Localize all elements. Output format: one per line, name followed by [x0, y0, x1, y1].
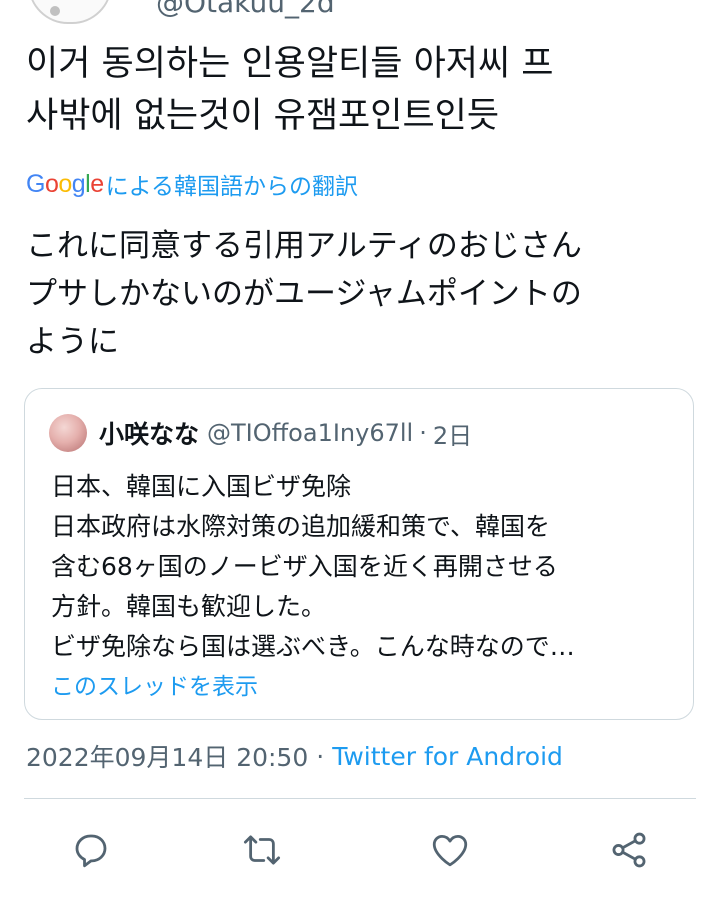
quoted-separator: ·: [419, 419, 427, 447]
translation-label[interactable]: による韓国語からの翻訳: [106, 167, 358, 201]
translated-text-line: これに同意する引用アルティのおじさん: [26, 228, 582, 264]
author-handle[interactable]: @Otakuu_2d: [156, 0, 335, 19]
reply-button[interactable]: [69, 828, 113, 872]
quoted-text-line: 方針。韓国も歓迎した。: [51, 592, 327, 621]
quoted-author-handle: @TIOffoa1Iny67ll: [207, 419, 414, 447]
quoted-tweet-header: 小咲なな @TIOffoa1Iny67ll · 2日: [49, 413, 472, 453]
translated-text-line: プサしかないのがユージャムポイントの: [26, 276, 582, 312]
like-button[interactable]: [428, 828, 472, 872]
tweet-timestamp[interactable]: 2022年09月14日 20:50: [26, 738, 308, 774]
share-button[interactable]: [607, 828, 651, 872]
google-logo: Google: [26, 169, 104, 198]
translated-text: これに同意する引用アルティのおじさん プサしかないのがユージャムポイントの よう…: [26, 222, 706, 366]
divider: [24, 798, 696, 799]
tweet-text-line: 이거 동의하는 인용알티들 아저씨 프: [26, 44, 554, 84]
quoted-tweet-card[interactable]: 小咲なな @TIOffoa1Iny67ll · 2日 日本、韓国に入国ビザ免除 …: [24, 388, 694, 720]
translation-attribution[interactable]: Google による韓国語からの翻訳: [26, 166, 358, 202]
quoted-tweet-text: 日本、韓国に入国ビザ免除 日本政府は水際対策の追加緩和策で、韓国を 含む68ヶ国…: [51, 467, 671, 667]
translated-text-line: ように: [26, 324, 119, 360]
quoted-time: 2日: [432, 421, 473, 450]
author-avatar[interactable]: [28, 0, 112, 24]
quoted-text-line: 日本、韓国に入国ビザ免除: [51, 472, 352, 501]
quoted-text-line: 日本政府は水際対策の追加緩和策で、韓国を: [51, 512, 551, 541]
tweet-meta: 2022年09月14日 20:50 · Twitter for Android: [26, 738, 563, 774]
author-row: @Otakuu_2d: [0, 0, 720, 30]
tweet-text-line: 사밖에 없는것이 유잼포인트인듯: [26, 96, 500, 136]
quoted-text-line: ビザ免除なら国は選ぶべき。こんな時なので…: [51, 632, 575, 661]
quoted-author-name: 小咲なな: [99, 420, 200, 449]
retweet-icon: [243, 835, 281, 865]
quoted-author-avatar: [49, 414, 87, 452]
show-thread-link[interactable]: このスレッドを表示: [51, 667, 258, 701]
like-icon: [432, 834, 468, 867]
tweet-text: 이거 동의하는 인용알티들 아저씨 프 사밖에 없는것이 유잼포인트인듯: [26, 38, 706, 142]
quoted-text-line: 含む68ヶ国のノービザ入国を近く再開させる: [51, 552, 558, 581]
share-icon: [612, 832, 646, 868]
retweet-button[interactable]: [240, 828, 284, 872]
tweet-source-link[interactable]: Twitter for Android: [332, 742, 563, 771]
reply-icon: [75, 834, 107, 868]
meta-separator: ·: [316, 741, 325, 771]
